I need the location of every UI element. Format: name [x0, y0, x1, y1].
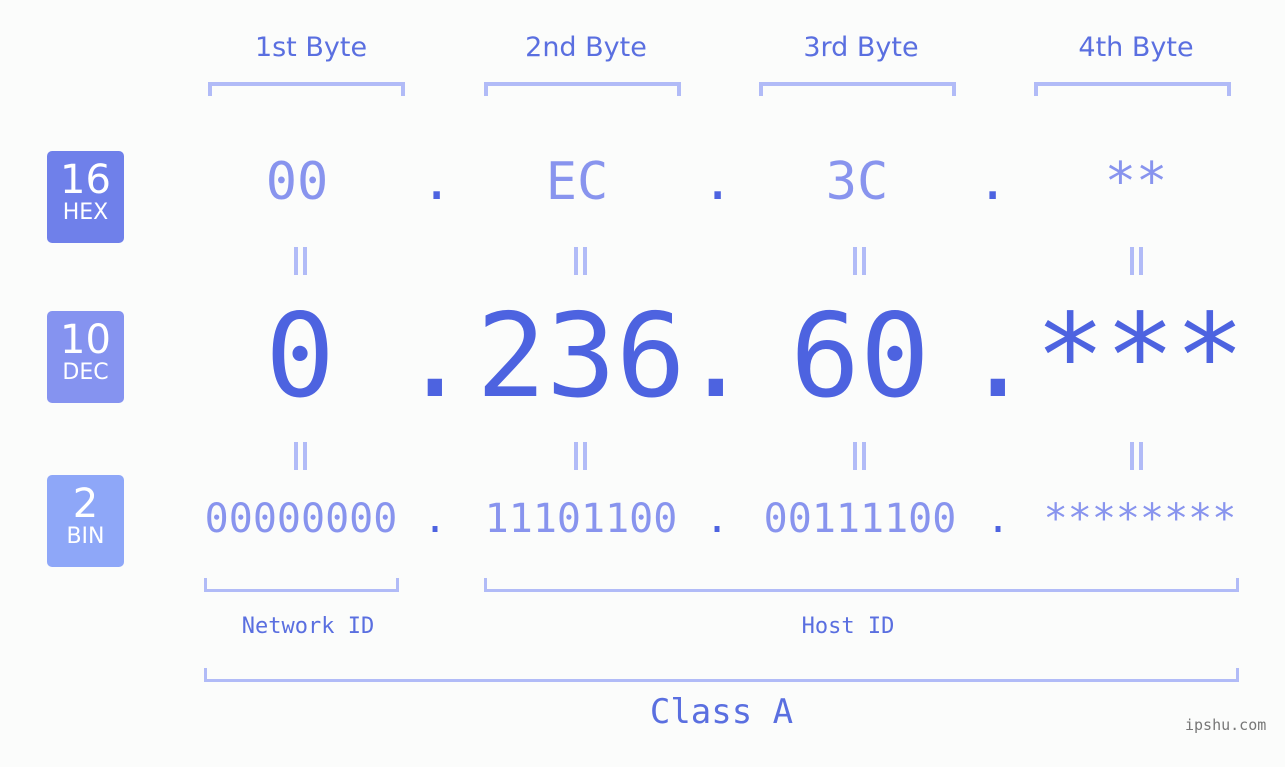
- hex-badge: 16 HEX: [47, 151, 124, 243]
- hex-byte-3: 3C: [825, 152, 889, 212]
- equals-icon: [1126, 247, 1146, 275]
- dec-separator: .: [963, 289, 1033, 424]
- class-label: Class A: [649, 692, 794, 732]
- byte-bracket-2: [484, 82, 681, 96]
- hex-byte-1: 00: [265, 152, 329, 212]
- dec-byte-1: 0: [265, 289, 335, 424]
- equals-icon: [849, 247, 869, 275]
- hex-separator: .: [977, 152, 1009, 212]
- dec-byte-3: 60: [790, 289, 930, 424]
- byte-bracket-3: [759, 82, 956, 96]
- byte-header-2: 2nd Byte: [525, 32, 647, 63]
- equals-icon: [290, 247, 310, 275]
- dec-byte-2: 236: [476, 289, 686, 424]
- dec-badge-number: 10: [60, 317, 111, 363]
- dec-byte-4: ***: [1035, 289, 1245, 424]
- equals-icon: [290, 442, 310, 470]
- equals-icon: [849, 442, 869, 470]
- byte-bracket-1: [208, 82, 405, 96]
- equals-icon: [1126, 442, 1146, 470]
- hex-separator: .: [702, 152, 734, 212]
- dec-separator: .: [681, 289, 751, 424]
- dec-badge: 10 DEC: [47, 311, 124, 403]
- host-id-bracket: [484, 578, 1239, 592]
- byte-header-3: 3rd Byte: [803, 32, 919, 63]
- hex-badge-label: HEX: [62, 200, 109, 225]
- bin-byte-2: 11101100: [484, 496, 678, 542]
- bin-separator: .: [705, 496, 730, 542]
- bin-badge-label: BIN: [66, 524, 105, 549]
- bin-byte-3: 00111100: [763, 496, 957, 542]
- bin-badge-number: 2: [72, 481, 99, 527]
- dec-separator: .: [400, 289, 470, 424]
- network-id-bracket: [204, 578, 399, 592]
- bin-separator: .: [986, 496, 1011, 542]
- equals-icon: [570, 442, 590, 470]
- byte-bracket-4: [1034, 82, 1231, 96]
- hex-separator: .: [421, 152, 453, 212]
- bin-separator: .: [423, 496, 448, 542]
- host-id-label: Host ID: [801, 614, 895, 639]
- hex-byte-4: **: [1104, 152, 1168, 212]
- dec-badge-label: DEC: [62, 360, 109, 385]
- hex-badge-number: 16: [60, 157, 111, 203]
- byte-header-4: 4th Byte: [1078, 32, 1194, 63]
- bin-byte-4: ********: [1043, 496, 1237, 542]
- byte-header-1: 1st Byte: [254, 32, 368, 63]
- bin-badge: 2 BIN: [47, 475, 124, 567]
- network-id-label: Network ID: [241, 614, 375, 639]
- hex-byte-2: EC: [545, 152, 609, 212]
- bin-byte-1: 00000000: [204, 496, 398, 542]
- watermark: ipshu.com: [1185, 716, 1267, 734]
- class-bracket: [204, 668, 1239, 682]
- equals-icon: [570, 247, 590, 275]
